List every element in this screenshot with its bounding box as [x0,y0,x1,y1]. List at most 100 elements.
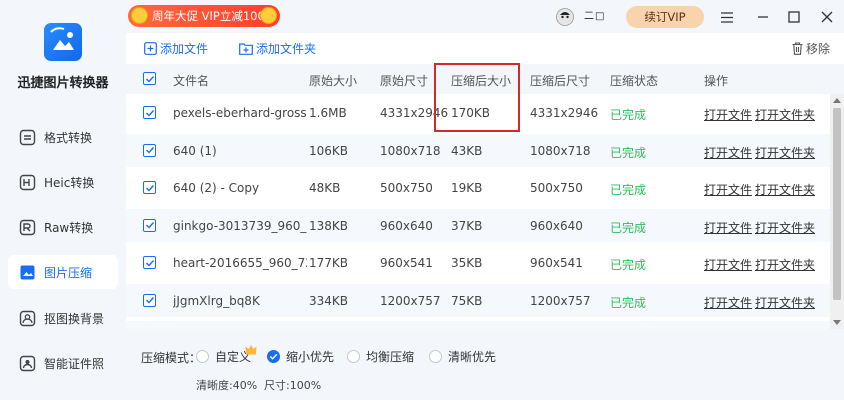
table-row[interactable] [126,321,830,329]
sidebar-item-heic[interactable]: Heic转换 [8,165,118,199]
app-name: 迅捷图片转换器 [17,76,109,91]
radio-button[interactable] [196,350,209,363]
close-button[interactable] [816,6,838,28]
open-folder-link[interactable]: 打开文件夹 [755,219,815,236]
compressed-dimension: 1080x718 [530,143,591,158]
scroll-down-arrow-icon[interactable] [833,320,841,325]
column-header-actions: 操作 [704,74,729,88]
scroll-up-arrow-icon[interactable] [833,98,841,103]
row-checkbox[interactable] [143,106,156,119]
original-dimension: 960x640 [380,218,433,233]
remove-button[interactable]: 移除 [792,40,830,57]
column-header-status: 压缩状态 [610,74,659,88]
original-size: 334KB [309,293,349,308]
maximize-button[interactable] [783,6,805,28]
mode-option-clearer[interactable]: 清晰优先 [429,348,496,365]
compressed-size: 19KB [451,181,483,195]
open-folder-link[interactable]: 打开文件夹 [755,294,815,311]
original-size: 177KB [309,256,349,270]
add-folder-button[interactable]: 添加文件夹 [239,40,316,57]
minimize-button[interactable] [752,6,774,28]
compressed-size-highlight-box [434,63,520,132]
sidebar-item-image-compress[interactable]: 图片压缩 [8,255,118,289]
open-file-link[interactable]: 打开文件 [704,294,752,311]
row-checkbox[interactable] [143,256,156,269]
mode-option-custom[interactable]: 自定义 [196,348,251,365]
format-convert-icon [18,128,36,146]
table-row[interactable]: 640 (1) 106KB 1080x718 43KB 1080x718 已完成 打开文件打… [126,133,830,167]
mode-option-balanced[interactable]: 均衡压缩 [347,348,414,365]
file-name: jJgmXlrg_bq8K [173,293,260,308]
coin-icon [260,7,277,24]
file-name: pexels-eberhard-grossgas... [173,106,307,120]
open-file-link[interactable]: 打开文件 [704,144,752,161]
open-folder-link[interactable]: 打开文件夹 [755,106,815,123]
compressed-dimension: 4331x2946 [530,106,599,120]
table-row[interactable]: 640 (2) - Copy 48KB 500x750 19KB 500x750 已完成 打… [126,171,830,205]
vertical-scrollbar[interactable] [830,94,844,329]
radio-button[interactable] [347,350,360,363]
status-badge: 已完成 [610,145,647,160]
column-header-original-dimension: 原始尺寸 [380,74,429,88]
row-checkbox[interactable] [143,181,156,194]
compressed-dimension: 960x640 [530,218,583,233]
column-header-filename: 文件名 [173,74,210,88]
status-badge: 已完成 [610,295,647,310]
table-row[interactable]: heart-2016655_960_720 177KB 960x541 35KB 960… [126,246,830,280]
compressed-size: 35KB [451,256,483,270]
mode-option-label: 清晰优先 [448,350,497,364]
title-bar: 周年大促 VIP立减100元 二□ 续订VIP [126,0,844,33]
sidebar-item-format-convert[interactable]: 格式转换 [8,120,118,154]
row-checkbox[interactable] [143,293,156,307]
file-name: ginkgo-3013739_960_720 [173,218,307,233]
original-size: 138KB [309,218,349,233]
radio-button[interactable] [429,350,442,363]
radio-button-checked[interactable] [267,350,280,363]
user-name[interactable]: 二□ [584,7,605,22]
renew-vip-button[interactable]: 续订VIP [626,6,704,28]
compressed-dimension: 500x750 [530,181,583,195]
table-row[interactable]: jJgmXlrg_bq8K 334KB 1200x757 75KB 1200x757 已完… [126,283,830,317]
status-badge: 已完成 [610,220,647,235]
sidebar-item-cutout[interactable]: 抠图换背景 [8,301,118,335]
row-checkbox[interactable] [143,143,156,157]
avatar[interactable] [556,8,574,26]
scrollbar-thumb[interactable] [833,108,841,300]
sidebar-item-id-photo[interactable]: 智能证件照 [8,346,118,380]
mode-option-smaller[interactable]: 缩小优先 [267,348,334,365]
open-folder-link[interactable]: 打开文件夹 [755,144,815,161]
open-folder-link[interactable]: 打开文件夹 [755,256,815,273]
mode-option-label: 均衡压缩 [366,350,415,364]
file-name: 640 (2) - Copy [173,181,260,195]
heic-icon [18,173,36,191]
open-file-link[interactable]: 打开文件 [704,181,752,198]
status-badge: 已完成 [610,258,647,272]
vip-crown-icon [245,344,257,358]
compressed-size: 37KB [451,218,483,233]
minimize-icon [758,16,768,18]
original-dimension: 1200x757 [380,293,441,308]
table-row[interactable]: ginkgo-3013739_960_720138KB 960x640 37KB 96… [126,208,830,242]
open-file-link[interactable]: 打开文件 [704,106,752,123]
add-file-button[interactable]: 添加文件 [144,40,208,57]
promo-banner[interactable]: 周年大促 VIP立减100元 [128,5,280,27]
compressed-dimension: 1200x757 [530,293,591,308]
clarity-value: 清晰度:40% [196,379,258,392]
file-name: 640 (1) [173,143,217,158]
menu-button[interactable] [716,6,738,28]
remove-label: 移除 [805,42,830,56]
open-file-link[interactable]: 打开文件 [704,256,752,273]
compressed-size: 43KB [451,143,483,158]
compressed-size: 75KB [451,293,483,308]
open-file-link[interactable]: 打开文件 [704,219,752,236]
original-size: 106KB [309,143,349,158]
row-checkbox[interactable] [143,218,156,232]
compression-mode-label: 压缩模式： [141,351,202,365]
column-header-compressed-dimension: 压缩后尺寸 [530,74,591,88]
select-all-checkbox[interactable] [143,72,156,85]
main-panel: 添加文件 添加文件夹 移除 文件名 原始大小 原始尺寸 压缩后大小 压缩后尺寸 … [126,33,844,400]
mode-option-label: 缩小优先 [286,350,335,364]
sidebar-item-raw[interactable]: Raw转换 [8,210,118,244]
raw-icon [18,218,36,236]
open-folder-link[interactable]: 打开文件夹 [755,181,815,198]
